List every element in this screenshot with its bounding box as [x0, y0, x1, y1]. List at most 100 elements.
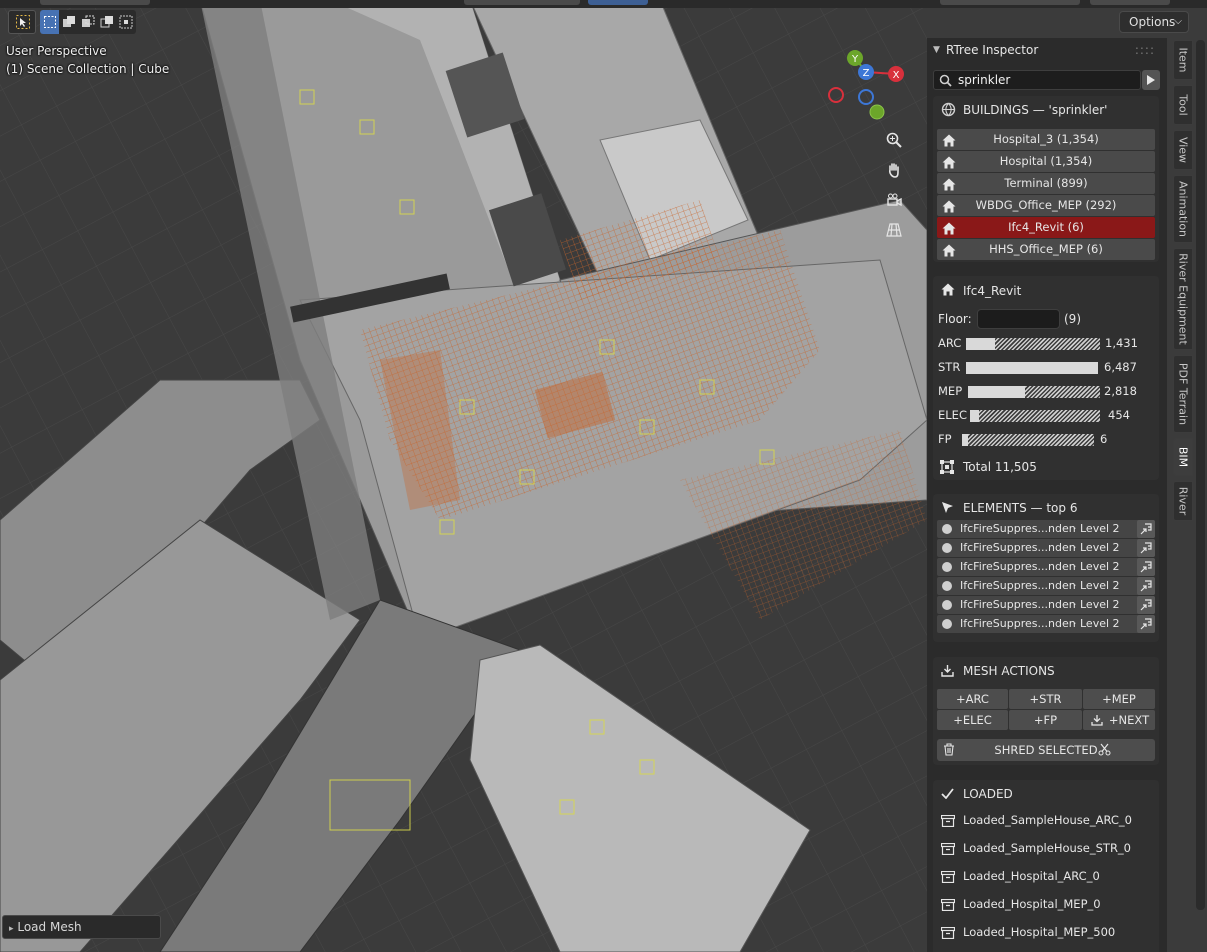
camera-icon[interactable]: [880, 187, 908, 213]
buildings-box: BUILDINGS — 'sprinkler' Hospital_3 (1,35…: [933, 96, 1159, 262]
select-intersect-icon[interactable]: [116, 10, 135, 34]
rtree-inspector-panel: ▼ RTree Inspector :::: sprinkler BUILDIN…: [927, 38, 1167, 952]
pan-hand-icon[interactable]: [880, 157, 908, 183]
discipline-label: STR: [938, 360, 961, 374]
loaded-item-label: Loaded_Hospital_MEP_500: [963, 925, 1116, 939]
header-control[interactable]: [1090, 0, 1170, 5]
floor-label: Floor:: [938, 312, 972, 326]
scene-render: [0, 0, 927, 952]
element-row[interactable]: IfcFireSuppres...nden · Level 2: [937, 520, 1155, 538]
home-icon: [942, 134, 956, 147]
selection-mode-group: [40, 10, 136, 34]
add-fp-button[interactable]: +FP: [1009, 710, 1082, 730]
tab-label: Animation: [1176, 180, 1190, 238]
discipline-bar: [966, 338, 1100, 350]
header-control[interactable]: [464, 0, 580, 5]
element-row[interactable]: IfcFireSuppres...nden · Level 2: [937, 615, 1155, 633]
loaded-item-label: Loaded_Hospital_ARC_0: [963, 869, 1100, 883]
panel-header[interactable]: ▼ RTree Inspector ::::: [927, 38, 1167, 62]
building-row[interactable]: WBDG_Office_MEP (292): [937, 195, 1155, 216]
discipline-row-mep: MEP 2,818: [938, 384, 1153, 400]
add-next-button[interactable]: +NEXT: [1083, 710, 1155, 730]
add-elec-button[interactable]: +ELEC: [937, 710, 1008, 730]
zoom-icon[interactable]: [880, 127, 908, 153]
select-new-icon[interactable]: [40, 10, 59, 34]
add-arc-button[interactable]: +ARC: [937, 689, 1008, 709]
element-level: · Level 2: [1073, 598, 1120, 611]
discipline-bar-fill: [968, 386, 1025, 398]
tab-item[interactable]: Item: [1173, 40, 1193, 80]
neg-z-axis-icon[interactable]: [858, 89, 874, 105]
header-control[interactable]: [588, 0, 648, 5]
tab-view[interactable]: View: [1173, 130, 1193, 170]
element-dot-icon: [942, 524, 952, 534]
load-mesh-operator-panel[interactable]: ▸ Load Mesh: [2, 915, 161, 939]
tab-bim[interactable]: BIM: [1173, 438, 1193, 476]
archive-icon: [941, 843, 955, 855]
building-row[interactable]: Terminal (899): [937, 173, 1155, 194]
discipline-label: FP: [938, 432, 952, 446]
floor-dropdown[interactable]: [977, 309, 1060, 329]
header-control[interactable]: [940, 0, 1080, 5]
element-name: IfcFireSuppres...nden: [960, 541, 1076, 554]
discipline-count: 454: [1108, 408, 1130, 422]
building-label: Hospital_3 (1,354): [993, 132, 1099, 146]
element-level: · Level 2: [1073, 579, 1120, 592]
zoom-to-element-icon[interactable]: [1137, 577, 1155, 595]
search-icon: [939, 74, 952, 87]
building-label: HHS_Office_MEP (6): [989, 242, 1103, 256]
navigation-gizmo[interactable]: Z X Y: [822, 46, 912, 126]
add-mep-button[interactable]: +MEP: [1083, 689, 1155, 709]
zoom-to-element-icon[interactable]: [1137, 558, 1155, 576]
header-control[interactable]: [40, 0, 150, 5]
search-input[interactable]: sprinkler: [933, 70, 1141, 90]
shred-selected-button[interactable]: SHRED SELECTED: [937, 739, 1155, 761]
run-search-button[interactable]: [1142, 70, 1160, 90]
z-axis-label: Z: [863, 68, 870, 79]
region-scrollbar[interactable]: [1196, 40, 1205, 910]
element-row[interactable]: IfcFireSuppres...nden · Level 2: [937, 596, 1155, 614]
element-row[interactable]: IfcFireSuppres...nden · Level 2: [937, 558, 1155, 576]
element-name: IfcFireSuppres...nden: [960, 560, 1076, 573]
zoom-to-element-icon[interactable]: [1137, 520, 1155, 538]
home-icon: [942, 178, 956, 191]
element-row[interactable]: IfcFireSuppres...nden · Level 2: [937, 539, 1155, 557]
select-tool-button[interactable]: [8, 10, 36, 34]
tab-pdf-terrain[interactable]: PDF Terrain: [1173, 355, 1193, 433]
element-dot-icon: [942, 562, 952, 572]
tab-animation[interactable]: Animation: [1173, 175, 1193, 243]
element-row[interactable]: IfcFireSuppres...nden · Level 2: [937, 577, 1155, 595]
loaded-item-label: Loaded_SampleHouse_STR_0: [963, 841, 1132, 855]
building-name: Ifc4_Revit: [963, 284, 1022, 298]
play-icon: [1147, 75, 1155, 85]
options-dropdown[interactable]: Options ⌵: [1119, 11, 1189, 33]
tab-tool[interactable]: Tool: [1173, 85, 1193, 125]
buildings-header: BUILDINGS — 'sprinkler': [963, 103, 1108, 117]
select-extend-icon[interactable]: [59, 10, 78, 34]
add-str-button[interactable]: +STR: [1009, 689, 1082, 709]
tab-label: Item: [1176, 47, 1190, 73]
tab-label: BIM: [1176, 446, 1190, 468]
drag-grip-icon[interactable]: ::::: [1135, 38, 1155, 62]
building-row[interactable]: Hospital (1,354): [937, 151, 1155, 172]
archive-icon: [941, 899, 955, 911]
building-row[interactable]: Hospital_3 (1,354): [937, 129, 1155, 150]
neg-x-axis-icon[interactable]: [828, 87, 844, 103]
load-mesh-label: Load Mesh: [17, 920, 82, 934]
building-row[interactable]: HHS_Office_MEP (6): [937, 239, 1155, 260]
building-row[interactable]: Ifc4_Revit (6): [937, 217, 1155, 238]
zoom-to-element-icon[interactable]: [1137, 615, 1155, 633]
checkmark-icon: [941, 788, 954, 799]
select-invert-icon[interactable]: [97, 10, 116, 34]
neg-y-axis-icon[interactable]: [869, 104, 885, 120]
select-subtract-icon[interactable]: [78, 10, 97, 34]
tab-river-equipment[interactable]: River Equipment: [1173, 248, 1193, 350]
perspective-grid-icon[interactable]: [880, 217, 908, 243]
zoom-to-element-icon[interactable]: [1137, 596, 1155, 614]
home-icon: [942, 200, 956, 213]
tab-river[interactable]: River: [1173, 481, 1193, 521]
discipline-row-elec: ELEC 454: [938, 408, 1153, 424]
discipline-count: 2,818: [1104, 384, 1137, 398]
zoom-to-element-icon[interactable]: [1137, 539, 1155, 557]
search-value: sprinkler: [958, 73, 1011, 87]
